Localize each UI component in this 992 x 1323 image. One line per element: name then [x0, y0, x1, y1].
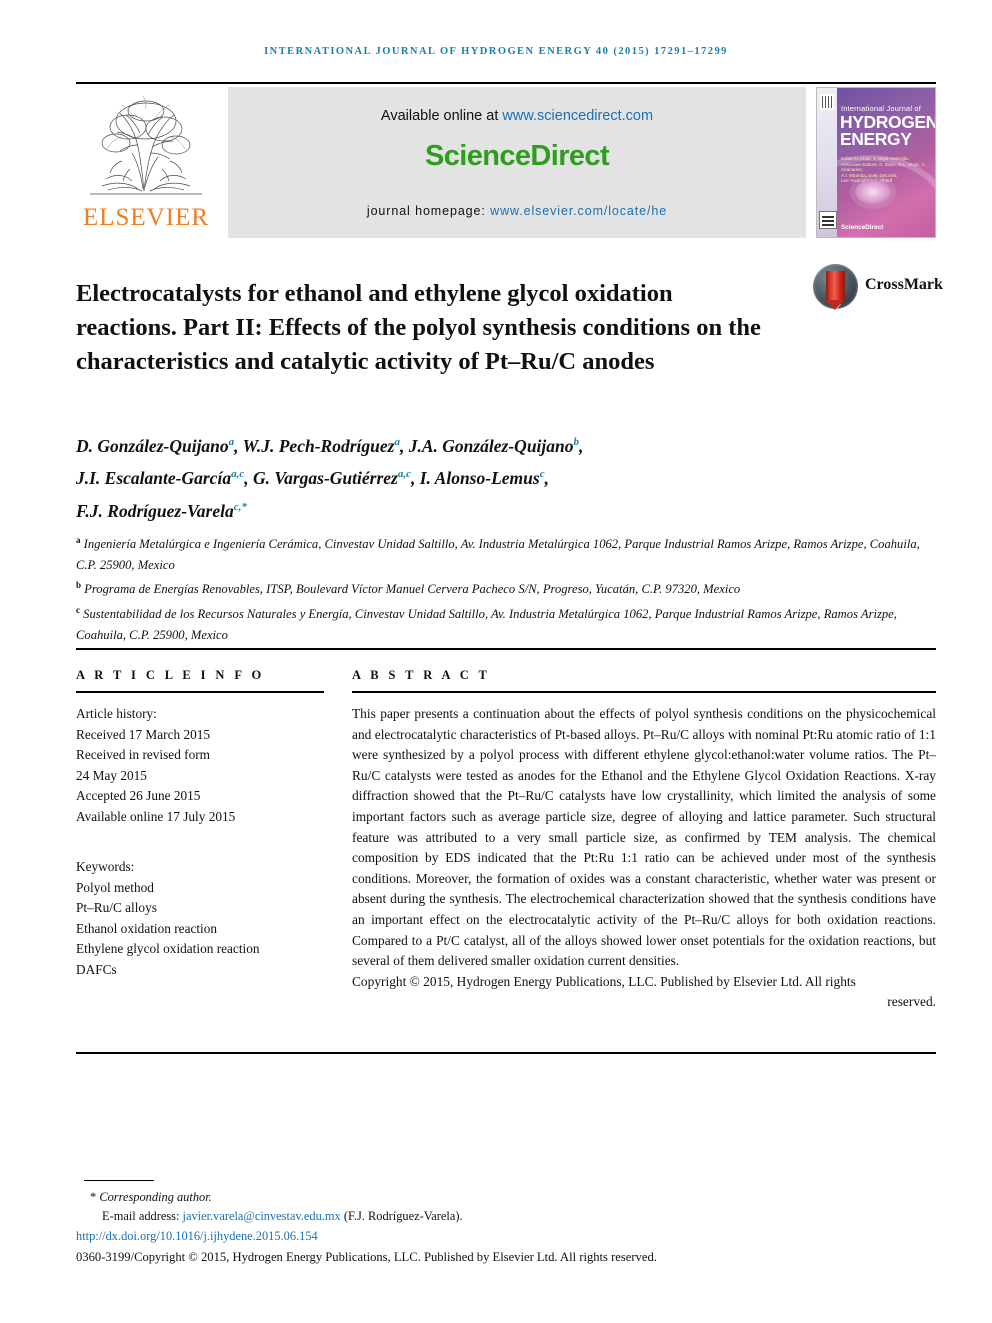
- author-affil-marker: a: [394, 436, 400, 448]
- abstract-copyright-tail: reserved.: [887, 994, 936, 1010]
- history-item: 24 May 2015: [76, 767, 147, 783]
- journal-homepage-url[interactable]: www.elsevier.com/locate/he: [490, 204, 667, 218]
- article-history-block: Article history: Received 17 March 2015 …: [76, 704, 324, 827]
- sciencedirect-panel: Available online at www.sciencedirect.co…: [228, 87, 806, 238]
- keyword-item: Polyol method: [76, 879, 154, 895]
- author-affil-marker: c,*: [233, 500, 247, 513]
- affiliation-item: a Ingeniería Metalúrgica e Ingeniería Ce…: [76, 530, 936, 575]
- affiliation-marker: c: [76, 604, 80, 615]
- email-owner: (F.J. Rodríguez-Varela).: [343, 1209, 463, 1223]
- journal-cover-image: International Journal of HYDROGEN ENERGY…: [816, 87, 936, 238]
- elsevier-tree-icon: [90, 95, 202, 195]
- history-item: Received 17 March 2015: [76, 726, 211, 742]
- author-name: J.A. González-Quijano: [408, 435, 574, 456]
- author-affil-marker: c: [539, 468, 545, 481]
- affiliation-text: Ingeniería Metalúrgica e Ingeniería Cerá…: [76, 537, 920, 572]
- keywords-label: Keywords:: [76, 859, 135, 874]
- cover-title-big-line2: ENERGY: [840, 129, 912, 149]
- cover-title-big: HYDROGEN ENERGY: [840, 113, 935, 149]
- email-label: E-mail address:: [102, 1209, 180, 1223]
- affiliation-marker: a: [76, 535, 81, 545]
- author-name: J.I. Escalante-García: [76, 468, 232, 489]
- abstract-section-bottom-rule: [76, 1052, 936, 1054]
- cover-ellipse-graphic: [855, 180, 891, 204]
- affiliation-text: Sustentabilidad de los Recursos Naturale…: [76, 607, 897, 642]
- article-info-rule: [76, 691, 324, 693]
- cover-sciencedirect-mark: ScienceDirect: [841, 224, 883, 231]
- author-line-3: F.J. Rodríguez-Varelac,*: [76, 493, 936, 525]
- crossmark-ribbon-icon: [826, 271, 845, 310]
- crossmark-ribbon-notch: [830, 304, 841, 310]
- doi-link[interactable]: http://dx.doi.org/10.1016/j.ijhydene.201…: [76, 1227, 936, 1246]
- author-list: D. González-Quijanoa, W.J. Pech-Rodrígue…: [76, 428, 936, 525]
- abstract-heading: A B S T R A C T: [352, 668, 491, 682]
- email-note: E-mail address: javier.varela@cinvestav.…: [76, 1207, 936, 1226]
- running-head: International Journal of Hydrogen Energy…: [264, 46, 728, 57]
- corresponding-author-label: Corresponding author.: [99, 1190, 212, 1204]
- author-name: G. Vargas-Gutiérrez: [252, 468, 398, 489]
- affiliation-list: a Ingeniería Metalúrgica e Ingeniería Ce…: [76, 530, 936, 645]
- corresponding-author-marker: *: [90, 1190, 97, 1204]
- crossmark-circle-icon: [813, 264, 858, 310]
- author-affil-marker: b: [573, 436, 580, 448]
- article-info-heading: A R T I C L E I N F O: [76, 668, 265, 682]
- issn-copyright-line: 0360-3199/Copyright © 2015, Hydrogen Ene…: [76, 1250, 657, 1264]
- cover-ijhe-mark-icon: [819, 211, 837, 229]
- abstract-column: A B S T R A C T This paper presents a co…: [352, 668, 936, 1013]
- history-item: Accepted 26 June 2015: [76, 788, 201, 803]
- author-affil-marker: a: [228, 436, 235, 448]
- article-info-column: A R T I C L E I N F O Article history: R…: [76, 668, 324, 980]
- article-history-label: Article history:: [76, 706, 157, 721]
- article-title: Electrocatalysts for ethanol and ethylen…: [76, 280, 761, 376]
- history-item: Available online 17 July 2015: [76, 808, 236, 824]
- keyword-item: Ethylene glycol oxidation reaction: [76, 941, 260, 956]
- keyword-item: Ethanol oxidation reaction: [76, 920, 218, 936]
- keyword-item: Pt–Ru/C alloys: [76, 900, 157, 915]
- author-affil-marker: a,c: [397, 468, 411, 481]
- available-online-label: Available online at: [380, 108, 499, 124]
- footnote-separator-rule: [84, 1180, 154, 1181]
- journal-homepage-line: journal homepage: www.elsevier.com/locat…: [228, 204, 806, 218]
- email-link[interactable]: javier.varela@cinvestav.edu.mx: [183, 1209, 341, 1223]
- author-line-1: D. González-Quijanoa, W.J. Pech-Rodrígue…: [76, 435, 584, 456]
- info-section-top-rule: [76, 648, 936, 650]
- keyword-item: DAFCs: [76, 961, 117, 977]
- elsevier-logo: ELSEVIER: [76, 87, 216, 238]
- affiliation-text: Programa de Energías Renovables, ITSP, B…: [84, 582, 741, 597]
- crossmark-label: CrossMark: [865, 276, 943, 293]
- crossmark-badge[interactable]: CrossMark: [813, 262, 943, 314]
- author-line-2: J.I. Escalante-Garcíaa,c, G. Vargas-Guti…: [76, 468, 549, 489]
- affiliation-marker: b: [76, 580, 82, 591]
- cover-elsevier-mark-icon: [820, 94, 834, 110]
- abstract-copyright: Copyright © 2015, Hydrogen Energy Public…: [352, 973, 856, 989]
- author-name: F.J. Rodríguez-Varela: [76, 500, 234, 521]
- page-footer: * Corresponding author. E-mail address: …: [76, 1188, 936, 1267]
- cover-editors: Editor-in-Chief: T. Nejat Veziroğlu Asso…: [841, 156, 926, 184]
- sciencedirect-logo[interactable]: ScienceDirect: [228, 140, 806, 173]
- keywords-block: Keywords: Polyol method Pt–Ru/C alloys E…: [76, 857, 324, 980]
- journal-masthead: ELSEVIER Available online at www.science…: [76, 82, 936, 240]
- history-item: Received in revised form: [76, 747, 211, 762]
- corresponding-author-note: * Corresponding author.: [76, 1188, 936, 1207]
- sciencedirect-url[interactable]: www.sciencedirect.com: [502, 108, 653, 124]
- available-online-line: Available online at www.sciencedirect.co…: [228, 108, 806, 124]
- affiliation-item: c Sustentabilidad de los Recursos Natura…: [76, 600, 936, 645]
- abstract-rule: [352, 691, 936, 693]
- affiliation-item: b Programa de Energías Renovables, ITSP,…: [76, 575, 936, 600]
- author-name: D. González-Quijano: [76, 435, 229, 456]
- elsevier-wordmark: ELSEVIER: [82, 204, 210, 231]
- author-affil-marker: a,c: [231, 468, 245, 481]
- author-name: W.J. Pech-Rodríguez: [242, 435, 395, 456]
- cover-sciencedirect-label: ScienceDirect: [841, 224, 884, 231]
- abstract-body: This paper presents a continuation about…: [352, 706, 936, 969]
- journal-homepage-label: journal homepage:: [366, 204, 486, 218]
- author-name: I. Alonso-Lemus: [419, 468, 540, 489]
